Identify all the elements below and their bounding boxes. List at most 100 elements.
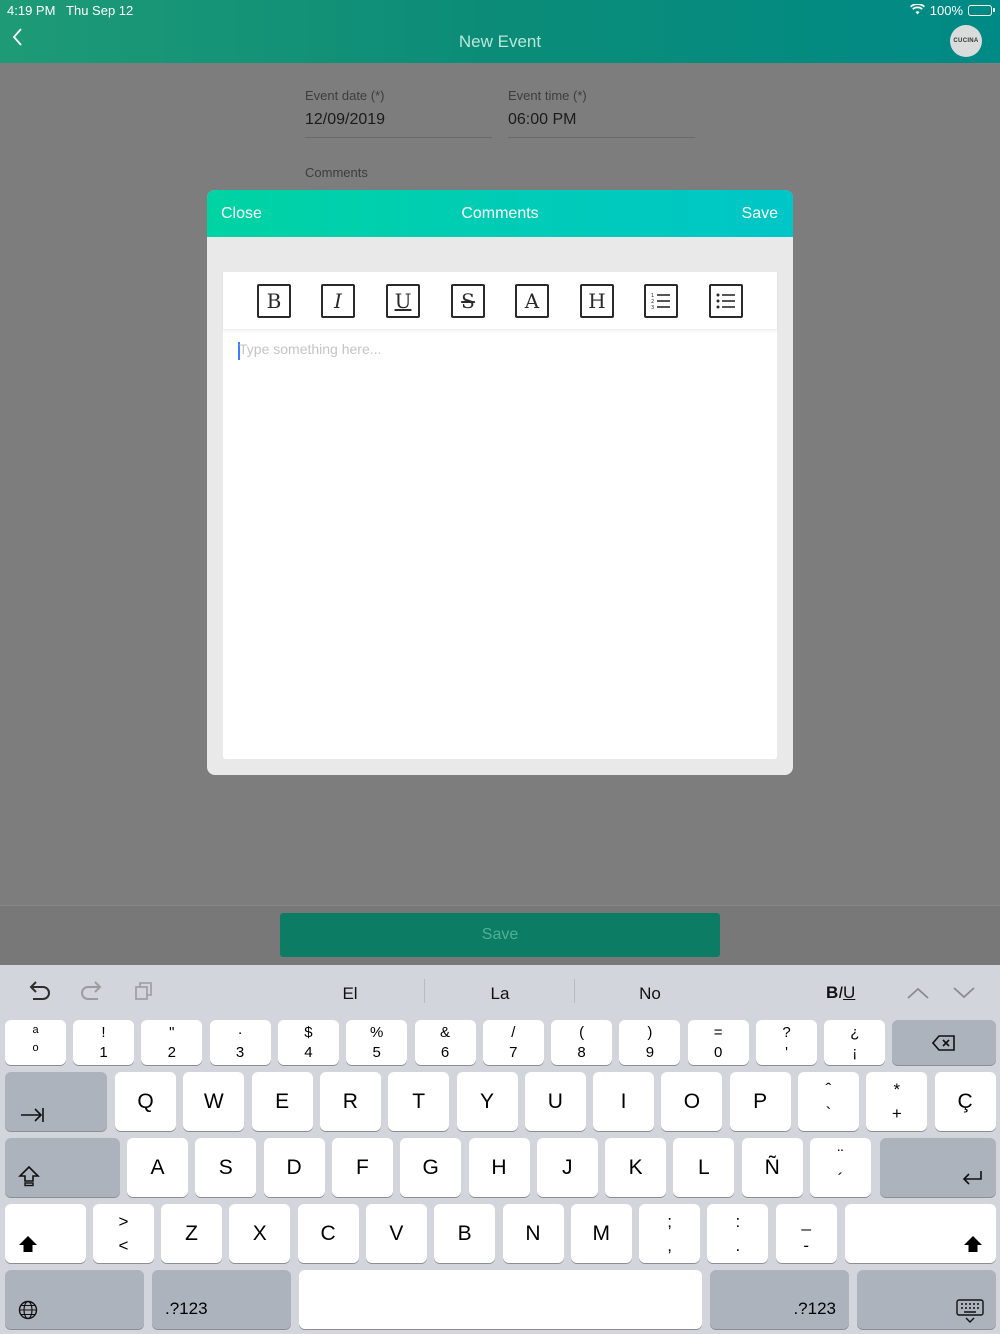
tab-key[interactable]	[5, 1072, 107, 1131]
key-symbol[interactable]: * +	[866, 1072, 928, 1131]
undo-button[interactable]	[27, 979, 51, 1007]
font-color-icon: A	[524, 289, 540, 313]
modal-save-button[interactable]: Save	[742, 205, 778, 223]
key-f[interactable]: F	[331, 1138, 393, 1197]
key-w[interactable]: W	[183, 1072, 245, 1131]
key-6-&[interactable]: & 6	[414, 1020, 476, 1065]
save-button[interactable]: Save	[280, 913, 720, 957]
key-u[interactable]: U	[524, 1072, 586, 1131]
key-e[interactable]: E	[251, 1072, 313, 1131]
key-o[interactable]: O	[661, 1072, 723, 1131]
navigation-header: 4:19 PM Thu Sep 12 100% New Event CUCINA	[0, 0, 1000, 63]
key-l[interactable]: L	[673, 1138, 735, 1197]
key-angle-brackets[interactable]: > <	[93, 1204, 154, 1263]
paste-button[interactable]	[134, 981, 154, 1007]
avatar[interactable]: CUCINA	[950, 25, 982, 57]
key-x[interactable]: X	[229, 1204, 291, 1263]
key-v[interactable]: V	[365, 1204, 427, 1263]
ordered-list-button[interactable]: 1 2 3	[644, 284, 678, 318]
tab-icon	[21, 1108, 44, 1122]
key-y[interactable]: Y	[456, 1072, 518, 1131]
space-key[interactable]	[299, 1270, 702, 1329]
key-a[interactable]: A	[127, 1138, 188, 1197]
numbers-key-right[interactable]: .?123	[710, 1270, 849, 1329]
key-3-·[interactable]: · 3	[209, 1020, 271, 1065]
key-n[interactable]: N	[502, 1204, 564, 1263]
key-i[interactable]: I	[593, 1072, 655, 1131]
strikethrough-button[interactable]: S	[451, 284, 485, 318]
key-q[interactable]: Q	[115, 1072, 176, 1131]
key-p[interactable]: P	[729, 1072, 791, 1131]
dismiss-keyboard-key[interactable]	[857, 1270, 996, 1329]
event-date-underline	[305, 137, 492, 138]
key-r[interactable]: R	[319, 1072, 381, 1131]
key-t[interactable]: T	[388, 1072, 450, 1131]
key-c[interactable]: C	[297, 1204, 359, 1263]
key-'-?[interactable]: ? '	[756, 1020, 817, 1065]
key-9-)[interactable]: ) 9	[619, 1020, 681, 1065]
key-4-$[interactable]: $4	[277, 1020, 339, 1065]
undo-icon	[29, 981, 50, 1000]
key-s[interactable]: S	[195, 1138, 257, 1197]
shift-key-left[interactable]	[5, 1204, 86, 1263]
key-1-![interactable]: ! 1	[73, 1020, 134, 1065]
key-ordinal[interactable]: a o	[5, 1020, 66, 1065]
bold-icon: B	[266, 289, 282, 313]
underline-icon: U	[394, 289, 412, 313]
key-5-%[interactable]: % 5	[346, 1020, 408, 1065]
key-punctuation[interactable]: _ -	[775, 1204, 837, 1263]
key-ñ[interactable]: Ñ	[741, 1138, 803, 1197]
numbers-key-left[interactable]: .?123	[152, 1270, 291, 1329]
caps-lock-icon	[18, 1165, 40, 1187]
battery-icon	[968, 5, 995, 16]
underline-button[interactable]: U	[386, 284, 420, 318]
key-¡-¿[interactable]: ¿ ¡	[824, 1020, 886, 1065]
key-h[interactable]: H	[468, 1138, 530, 1197]
key-j[interactable]: J	[536, 1138, 598, 1197]
return-key[interactable]	[880, 1138, 996, 1197]
key-d[interactable]: D	[263, 1138, 325, 1197]
key-g[interactable]: G	[400, 1138, 462, 1197]
font-color-button[interactable]: A	[515, 284, 549, 318]
redo-button[interactable]	[80, 979, 104, 1007]
chevron-up-icon	[907, 987, 929, 999]
format-toolbar: B I U S A H 1 2 3	[223, 272, 777, 330]
event-date-field[interactable]: 12/09/2019	[305, 111, 385, 129]
bold-button[interactable]: B	[257, 284, 291, 318]
key-7-/[interactable]: /7	[482, 1020, 544, 1065]
heading-button[interactable]: H	[580, 284, 614, 318]
return-icon	[962, 1171, 982, 1185]
ordered-list-icon: 1 2 3	[651, 293, 670, 310]
suggestion-2[interactable]: La	[425, 984, 575, 1004]
event-time-field[interactable]: 06:00 PM	[508, 111, 576, 129]
shift-key-right[interactable]	[845, 1204, 996, 1263]
key-b[interactable]: B	[434, 1204, 496, 1263]
key-c-cedilla[interactable]: Ç	[934, 1072, 996, 1131]
previous-field-button[interactable]	[906, 981, 930, 1007]
key-z[interactable]: Z	[161, 1204, 222, 1263]
next-field-button[interactable]	[952, 981, 976, 1007]
suggestion-1[interactable]: El	[275, 984, 425, 1004]
suggestion-3[interactable]: No	[575, 984, 725, 1004]
bullet-list-button[interactable]	[709, 284, 743, 318]
key-punctuation[interactable]: ;,	[639, 1204, 701, 1263]
event-time-label: Event time (*)	[508, 88, 587, 103]
key-k[interactable]: K	[605, 1138, 667, 1197]
caps-lock-key[interactable]	[5, 1138, 120, 1197]
key-8-([interactable]: (8	[551, 1020, 613, 1065]
delete-key[interactable]	[892, 1020, 996, 1065]
key-punctuation[interactable]: :.	[707, 1204, 769, 1263]
format-bui-button[interactable]: BIU	[826, 983, 855, 1003]
key-accent[interactable]: ¨ ´	[810, 1138, 871, 1197]
key-0-=[interactable]: = 0	[687, 1020, 749, 1065]
italic-button[interactable]: I	[321, 284, 355, 318]
keyboard-dismiss-icon	[956, 1299, 984, 1323]
key-m[interactable]: M	[570, 1204, 632, 1263]
globe-key[interactable]	[5, 1270, 144, 1329]
key-2-"[interactable]: " 2	[141, 1020, 203, 1065]
heading-icon: H	[588, 289, 606, 313]
modal-title: Comments	[461, 205, 539, 222]
chevron-down-icon	[953, 987, 975, 999]
event-time-underline	[508, 137, 695, 138]
key-symbol[interactable]: ˆ `	[798, 1072, 859, 1131]
